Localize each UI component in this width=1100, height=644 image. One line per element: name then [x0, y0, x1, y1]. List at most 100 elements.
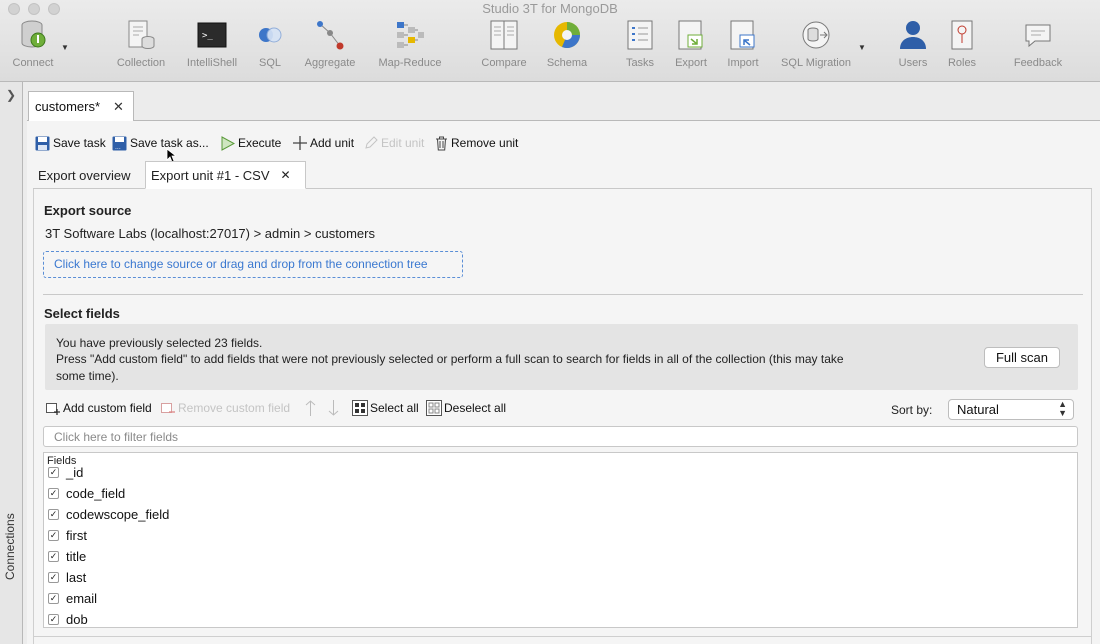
export-source-heading: Export source: [44, 203, 132, 218]
remove-unit-button[interactable]: Remove unit: [435, 135, 518, 151]
import-icon: [727, 18, 759, 52]
move-down-button[interactable]: [328, 400, 341, 416]
feedback-icon: [1022, 18, 1054, 52]
roles-icon: [946, 18, 978, 52]
change-source-dropzone[interactable]: Click here to change source or drag and …: [43, 251, 463, 278]
full-scan-button[interactable]: Full scan: [984, 347, 1060, 368]
toolbar-tasks[interactable]: Tasks: [622, 18, 658, 78]
info-text-line-1: You have previously selected 23 fields.: [56, 336, 263, 350]
field-row[interactable]: ✓ email: [48, 589, 97, 607]
svg-text:>_: >_: [202, 31, 213, 41]
deselect-all-icon: [426, 400, 442, 416]
window-title: Studio 3T for MongoDB: [482, 1, 618, 16]
select-all-button[interactable]: Select all: [352, 400, 419, 416]
connect-icon: [17, 18, 49, 52]
export-icon: [675, 18, 707, 52]
divider: [33, 636, 1092, 637]
export-source-path: 3T Software Labs (localhost:27017) > adm…: [45, 226, 375, 241]
connections-sidebar: ❯ Connections: [0, 82, 23, 644]
toolbar-schema[interactable]: Schema: [544, 18, 590, 78]
play-icon: [221, 135, 235, 151]
filter-fields-input[interactable]: Click here to filter fields: [43, 426, 1078, 447]
checkbox[interactable]: ✓: [48, 487, 59, 499]
tab-export-unit-1[interactable]: Export unit #1 - CSV ✕: [145, 161, 306, 189]
sql-icon: [254, 18, 286, 52]
field-row[interactable]: ✓ dob: [48, 610, 88, 627]
close-icon[interactable]: ✕: [281, 168, 291, 182]
toolbar-sql-migration[interactable]: SQL Migration: [776, 18, 856, 78]
title-toolbar: Studio 3T for MongoDB Connect ▼ Collecti…: [0, 0, 1100, 82]
sql-migration-dropdown-caret[interactable]: ▼: [858, 43, 866, 52]
pencil-icon: [365, 136, 378, 149]
sort-by-label: Sort by:: [891, 403, 933, 417]
toolbar-feedback[interactable]: Feedback: [1010, 18, 1066, 78]
arrow-up-icon: [305, 400, 316, 416]
save-task-button[interactable]: Save task: [35, 135, 106, 151]
toolbar-map-reduce[interactable]: Map-Reduce: [374, 18, 446, 78]
deselect-all-button[interactable]: Deselect all: [426, 400, 506, 416]
remove-field-icon: [161, 403, 175, 413]
connect-dropdown-caret[interactable]: ▼: [61, 43, 69, 52]
checkbox[interactable]: ✓: [48, 613, 59, 625]
edit-unit-button[interactable]: Edit unit: [364, 135, 424, 151]
toolbar-users[interactable]: Users: [896, 18, 930, 78]
save-as-icon: ...: [112, 136, 127, 151]
arrow-down-icon: [328, 400, 339, 416]
toolbar-intellishell[interactable]: >_ IntelliShell: [184, 18, 240, 78]
info-text-line-2: Press "Add custom field" to add fields t…: [56, 352, 844, 366]
tasks-icon: [624, 18, 656, 52]
checkbox[interactable]: ✓: [48, 592, 59, 604]
fields-list: Fields ✓ _id ✓ code_field ✓ codewscope_f…: [43, 452, 1078, 628]
compare-icon: [488, 18, 520, 52]
add-custom-field-button[interactable]: Add custom field: [46, 400, 152, 416]
add-field-icon: [46, 403, 60, 415]
save-task-as-button[interactable]: ... Save task as...: [112, 135, 209, 151]
select-all-icon: [352, 400, 368, 416]
toolbar-connect[interactable]: Connect: [10, 18, 56, 78]
field-row[interactable]: ✓ _id: [48, 463, 83, 481]
field-row[interactable]: ✓ title: [48, 547, 86, 565]
checkbox[interactable]: ✓: [48, 466, 59, 478]
svg-text:...: ...: [115, 144, 121, 151]
execute-button[interactable]: Execute: [221, 135, 281, 151]
toolbar-import[interactable]: Import: [724, 18, 762, 78]
tab-customers[interactable]: customers* ✕: [28, 91, 134, 121]
trash-icon: [436, 136, 447, 150]
sort-by-select[interactable]: Natural ▲ ▼: [948, 399, 1074, 420]
terminal-icon: >_: [196, 18, 228, 52]
checkbox[interactable]: ✓: [48, 550, 59, 562]
plus-icon: [293, 136, 307, 150]
checkbox[interactable]: ✓: [48, 571, 59, 583]
tab-export-overview[interactable]: Export overview: [38, 161, 130, 189]
field-row[interactable]: ✓ code_field: [48, 484, 125, 502]
updown-chevron-icon: ▲ ▼: [1058, 399, 1067, 418]
field-row[interactable]: ✓ last: [48, 568, 86, 586]
aggregate-icon: [314, 18, 346, 52]
map-reduce-icon: [394, 18, 426, 52]
chevron-right-icon[interactable]: ❯: [6, 88, 16, 102]
remove-custom-field-button[interactable]: Remove custom field: [161, 400, 290, 416]
toolbar-collection[interactable]: Collection: [112, 18, 170, 78]
collection-icon: [125, 18, 157, 52]
checkbox[interactable]: ✓: [48, 529, 59, 541]
info-text-line-3: some time).: [56, 369, 119, 383]
users-icon: [897, 18, 929, 52]
add-unit-button[interactable]: Add unit: [293, 135, 354, 151]
connections-label[interactable]: Connections: [3, 513, 17, 580]
close-icon[interactable]: ✕: [113, 99, 124, 115]
toolbar-export[interactable]: Export: [672, 18, 710, 78]
select-fields-heading: Select fields: [44, 306, 120, 321]
field-row[interactable]: ✓ codewscope_field: [48, 505, 169, 523]
divider: [43, 294, 1083, 295]
export-tabs: Export overview Export unit #1 - CSV ✕: [33, 161, 1092, 189]
tab-customers-label: customers*: [35, 99, 101, 114]
toolbar-compare[interactable]: Compare: [478, 18, 530, 78]
checkbox[interactable]: ✓: [48, 508, 59, 520]
toolbar-aggregate[interactable]: Aggregate: [300, 18, 360, 78]
sql-migration-icon: [800, 18, 832, 52]
toolbar-roles[interactable]: Roles: [944, 18, 980, 78]
toolbar-sql[interactable]: SQL: [254, 18, 286, 78]
save-icon: [35, 136, 50, 150]
field-row[interactable]: ✓ first: [48, 526, 87, 544]
move-up-button[interactable]: [305, 400, 318, 416]
